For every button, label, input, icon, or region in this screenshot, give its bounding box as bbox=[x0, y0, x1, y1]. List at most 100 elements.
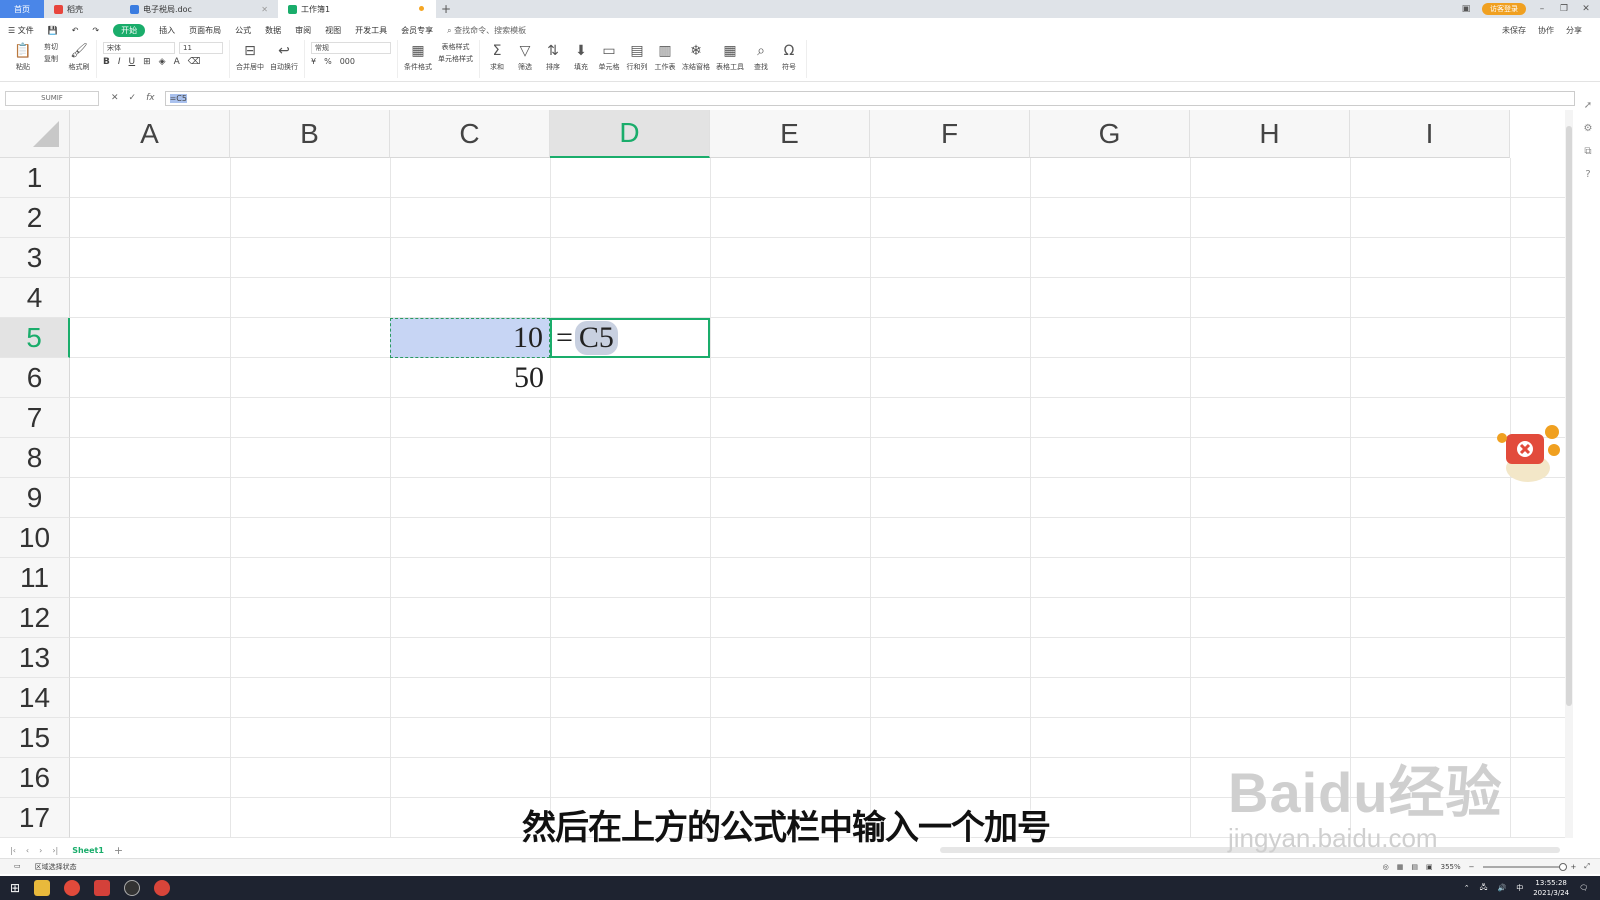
row-header-5[interactable]: 5 bbox=[0, 318, 70, 358]
tab-docer[interactable]: 稻壳 bbox=[44, 0, 120, 18]
menu-developer[interactable]: 开发工具 bbox=[355, 25, 387, 36]
ime-indicator[interactable]: 中 bbox=[1516, 883, 1523, 893]
menu-formulas[interactable]: 公式 bbox=[235, 25, 251, 36]
row-header-7[interactable]: 7 bbox=[0, 398, 70, 438]
row-header-6[interactable]: 6 bbox=[0, 358, 70, 398]
format-painter-button[interactable]: 🖌 格式刷 bbox=[68, 42, 90, 72]
paste-button[interactable]: 📋 粘贴 bbox=[12, 42, 34, 72]
undo-icon[interactable]: ↶ bbox=[72, 26, 79, 35]
close-tab-icon[interactable]: ✕ bbox=[261, 5, 268, 14]
spreadsheet-grid[interactable]: A B C D E F G H I 1 2 3 4 5 6 7 8 9 10 11 12 13 14 15 16 17 10 50 = C… bbox=[0, 110, 1565, 838]
collaborate-button[interactable]: 协作 bbox=[1538, 25, 1554, 36]
menu-file[interactable]: ☰ 文件 bbox=[8, 25, 34, 36]
login-button[interactable]: 访客登录 bbox=[1482, 3, 1526, 15]
menu-insert[interactable]: 插入 bbox=[159, 25, 175, 36]
merge-button[interactable]: ⊟ 合并居中 bbox=[236, 42, 264, 72]
notification-icon[interactable]: 🗨 bbox=[1579, 884, 1588, 892]
column-header-e[interactable]: E bbox=[710, 110, 870, 158]
row-header-10[interactable]: 10 bbox=[0, 518, 70, 558]
font-color-icon[interactable]: A bbox=[174, 57, 180, 67]
copy-label[interactable]: 复制 bbox=[44, 54, 58, 64]
normal-view-icon[interactable]: ▦ bbox=[1397, 863, 1404, 871]
sheet-button[interactable]: ▥ 工作表 bbox=[654, 42, 676, 72]
column-header-f[interactable]: F bbox=[870, 110, 1030, 158]
tab-document[interactable]: 电子税局.doc ✕ bbox=[120, 0, 278, 18]
vertical-scroll-thumb[interactable] bbox=[1566, 126, 1572, 706]
cell-c5[interactable]: 10 bbox=[390, 318, 550, 358]
currency-icon[interactable]: ¥ bbox=[311, 57, 316, 66]
last-sheet-icon[interactable]: ›| bbox=[52, 846, 58, 855]
number-format-select[interactable]: 常规 bbox=[311, 42, 391, 54]
assistant-mascot-icon[interactable] bbox=[1492, 420, 1562, 486]
macro-record-icon[interactable]: ▭ bbox=[14, 862, 21, 872]
name-box[interactable]: SUMIF bbox=[5, 90, 99, 106]
sort-button[interactable]: ⇅ 排序 bbox=[542, 42, 564, 72]
cell-style-label[interactable]: 单元格样式 bbox=[438, 54, 473, 64]
zoom-out-icon[interactable]: − bbox=[1469, 863, 1475, 871]
page-layout-view-icon[interactable]: ▤ bbox=[1411, 863, 1418, 871]
row-header-12[interactable]: 12 bbox=[0, 598, 70, 638]
tray-expand-icon[interactable]: ⌃ bbox=[1464, 884, 1470, 892]
formula-input[interactable]: =C5 bbox=[164, 90, 1575, 106]
cell-d5-editing[interactable]: = C5 bbox=[550, 318, 710, 358]
settings-sliders-icon[interactable]: ⚙ bbox=[1584, 123, 1593, 134]
windows-start-icon[interactable]: ⊞ bbox=[10, 881, 20, 895]
menu-home[interactable]: 开始 bbox=[113, 23, 146, 37]
next-sheet-icon[interactable]: › bbox=[39, 846, 42, 855]
symbol-button[interactable]: Ω 符号 bbox=[778, 42, 800, 72]
row-header-1[interactable]: 1 bbox=[0, 158, 70, 198]
italic-icon[interactable]: I bbox=[118, 57, 121, 67]
prev-sheet-icon[interactable]: ‹ bbox=[26, 846, 29, 855]
table-tools-button[interactable]: ▦ 表格工具 bbox=[716, 42, 744, 72]
sum-button[interactable]: Σ 求和 bbox=[486, 42, 508, 72]
menu-member[interactable]: 会员专享 bbox=[401, 25, 433, 36]
row-header-4[interactable]: 4 bbox=[0, 278, 70, 318]
volume-icon[interactable]: 🔊 bbox=[1497, 884, 1506, 892]
row-header-3[interactable]: 3 bbox=[0, 238, 70, 278]
underline-icon[interactable]: U bbox=[129, 57, 136, 67]
row-header-11[interactable]: 11 bbox=[0, 558, 70, 598]
font-size-select[interactable]: 11 bbox=[179, 42, 223, 54]
font-name-select[interactable]: 宋体 bbox=[103, 42, 175, 54]
cut-button[interactable]: 剪切 复制 bbox=[40, 42, 62, 64]
tab-home[interactable]: 首页 bbox=[0, 0, 44, 18]
conditional-format-button[interactable]: ▦ 条件格式 bbox=[404, 42, 432, 72]
menu-page-layout[interactable]: 页面布局 bbox=[189, 25, 221, 36]
chrome-icon[interactable] bbox=[64, 880, 81, 896]
help-icon[interactable]: ? bbox=[1585, 169, 1590, 180]
backup-icon[interactable]: ⧉ bbox=[1584, 146, 1591, 157]
column-header-h[interactable]: H bbox=[1190, 110, 1350, 158]
wrap-button[interactable]: ↩ 自动换行 bbox=[270, 42, 298, 72]
cancel-formula-icon[interactable]: ✕ bbox=[111, 93, 119, 103]
zoom-slider[interactable] bbox=[1482, 862, 1567, 871]
rowcol-button[interactable]: ▤ 行和列 bbox=[626, 42, 648, 72]
column-header-a[interactable]: A bbox=[70, 110, 230, 158]
thousands-icon[interactable]: 000 bbox=[340, 57, 355, 66]
pointer-icon[interactable]: ➚ bbox=[1584, 100, 1592, 111]
wps-icon[interactable] bbox=[94, 880, 111, 896]
select-all-corner[interactable] bbox=[0, 110, 70, 158]
minimize-icon[interactable]: – bbox=[1536, 4, 1548, 14]
vertical-scrollbar[interactable] bbox=[1565, 110, 1573, 838]
insert-function-icon[interactable]: fx bbox=[146, 93, 155, 103]
cell-c6[interactable]: 50 bbox=[390, 358, 550, 398]
first-sheet-icon[interactable]: |‹ bbox=[10, 846, 16, 855]
find-button[interactable]: ⌕ 查找 bbox=[750, 42, 772, 72]
menu-review[interactable]: 审阅 bbox=[295, 25, 311, 36]
recorder-icon[interactable] bbox=[124, 880, 141, 896]
menu-data[interactable]: 数据 bbox=[265, 25, 281, 36]
column-header-d[interactable]: D bbox=[550, 110, 710, 158]
row-header-9[interactable]: 9 bbox=[0, 478, 70, 518]
row-header-14[interactable]: 14 bbox=[0, 678, 70, 718]
filter-button[interactable]: ▽ 筛选 bbox=[514, 42, 536, 72]
file-explorer-icon[interactable] bbox=[34, 880, 51, 896]
menu-view[interactable]: 视图 bbox=[325, 25, 341, 36]
unsaved-status[interactable]: 未保存 bbox=[1502, 25, 1526, 36]
row-header-2[interactable]: 2 bbox=[0, 198, 70, 238]
zoom-in-icon[interactable]: + bbox=[1571, 863, 1577, 871]
fullscreen-icon[interactable]: ⤢ bbox=[1584, 862, 1590, 871]
cell-button[interactable]: ▭ 单元格 bbox=[598, 42, 620, 72]
page-break-view-icon[interactable]: ▣ bbox=[1426, 863, 1433, 871]
network-icon[interactable]: 🖧 bbox=[1480, 883, 1488, 894]
confirm-formula-icon[interactable]: ✓ bbox=[129, 93, 137, 103]
